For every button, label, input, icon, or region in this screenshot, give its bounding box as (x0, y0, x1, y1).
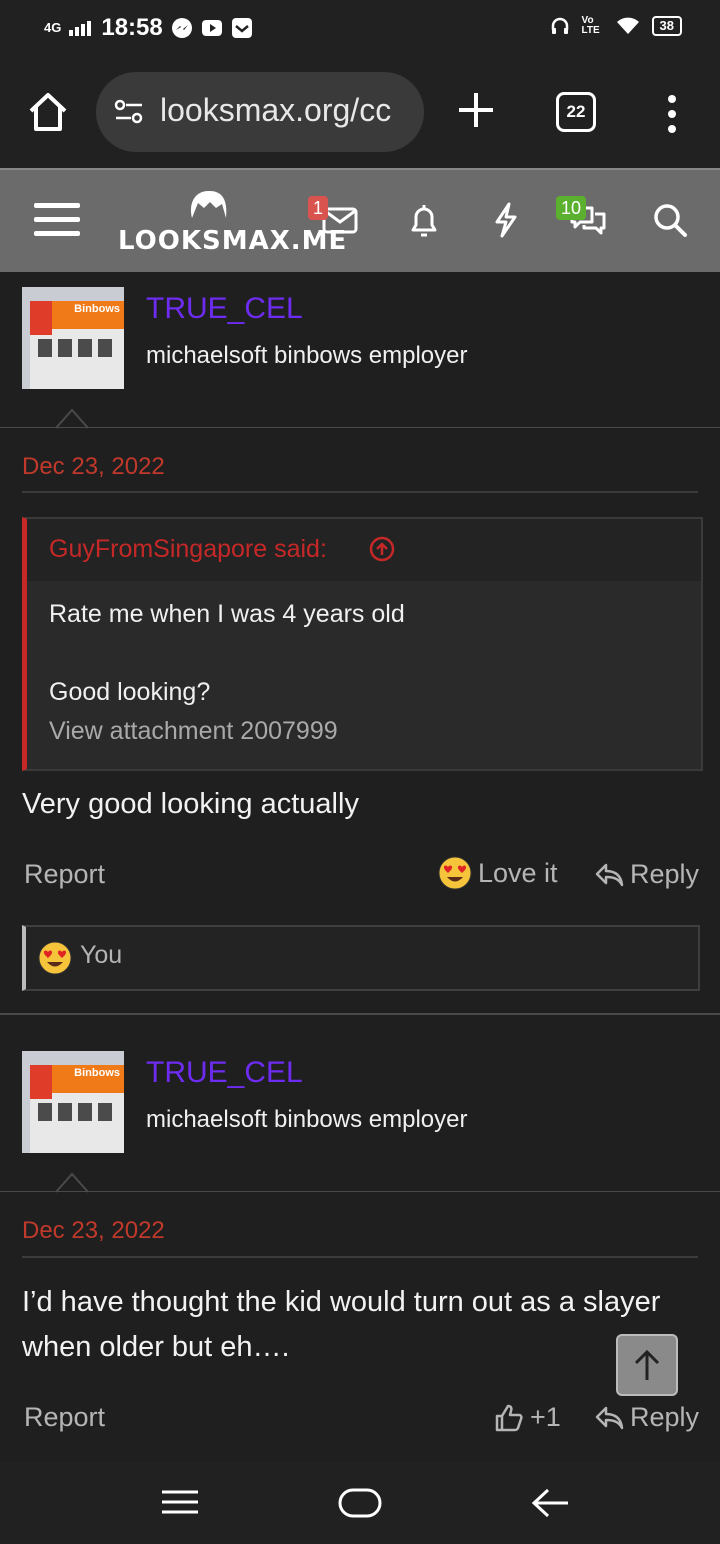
volte-indicator: Vo LTE (581, 15, 600, 36)
post-body: I’d have thought the kid would turn out … (22, 1286, 661, 1363)
address-bar[interactable]: looksmax.org/cc (96, 72, 424, 152)
site-header: LOOKSMAX.ME 1 10 (0, 168, 720, 272)
post-username[interactable]: TRUE_CEL (146, 1056, 303, 1090)
reply-icon (595, 1406, 624, 1429)
report-link[interactable]: Report (24, 1402, 105, 1433)
youtube-icon (201, 20, 222, 36)
overflow-menu-icon[interactable] (662, 94, 682, 134)
battery-indicator: 38 (651, 16, 682, 36)
thumbs-up-icon (495, 1404, 523, 1431)
avatar-sign: Binbows (52, 1065, 124, 1093)
heart-eyes-emoji-icon (38, 941, 72, 975)
avatar-sign: Binbows (52, 301, 124, 329)
logo-hair-icon (190, 190, 227, 218)
tab-switcher-button[interactable]: 22 (556, 92, 596, 132)
love-reaction-button[interactable]: Love it (438, 856, 558, 890)
post-body: Very good looking actually (22, 788, 359, 820)
reply-button[interactable]: Reply (594, 1402, 699, 1433)
browser-toolbar: looksmax.org/cc 22 (0, 58, 720, 168)
inbox-badge: 1 (308, 196, 329, 220)
post-divider (0, 427, 720, 428)
quote-line: Rate me when I was 4 years old (49, 600, 405, 628)
go-to-quote-icon[interactable] (369, 536, 395, 562)
post-divider-notch (56, 1172, 88, 1193)
clock: 18:58 (101, 14, 163, 41)
headphones-icon (551, 17, 568, 34)
reactions-list: You (80, 941, 123, 969)
reply-button[interactable]: Reply (594, 859, 699, 890)
post-date[interactable]: Dec 23, 2022 (22, 453, 165, 481)
messenger-icon (171, 18, 192, 38)
site-settings-icon[interactable] (114, 98, 144, 126)
recent-apps-icon[interactable] (160, 1488, 200, 1518)
site-logo[interactable]: LOOKSMAX.ME (118, 188, 346, 258)
signal-icon (69, 21, 92, 36)
reactions-bar[interactable]: You (22, 925, 700, 991)
home-icon[interactable] (26, 90, 70, 134)
like-button[interactable]: +1 (494, 1402, 561, 1433)
post-user-title: michaelsoft binbows employer (146, 1106, 468, 1133)
scroll-to-top-button[interactable] (616, 1334, 678, 1396)
system-navigation-bar (0, 1462, 720, 1544)
reply-icon (595, 863, 624, 886)
bell-icon[interactable] (404, 200, 444, 240)
post-separator (0, 1013, 720, 1015)
post-divider (0, 1191, 720, 1192)
post-username[interactable]: TRUE_CEL (146, 292, 303, 326)
quote-author[interactable]: GuyFromSingapore said: (49, 535, 327, 564)
search-icon[interactable] (650, 200, 690, 240)
new-tab-icon[interactable] (456, 90, 496, 130)
lightning-icon[interactable] (486, 200, 526, 240)
back-icon[interactable] (530, 1486, 570, 1520)
attachment-link[interactable]: View attachment 2007999 (49, 712, 679, 751)
quote-line: Good looking? (49, 678, 211, 706)
post-user-title: michaelsoft binbows employer (146, 342, 468, 369)
home-nav-icon[interactable] (338, 1486, 382, 1520)
heart-eyes-emoji-icon (438, 856, 472, 890)
user-avatar[interactable]: Binbows (22, 1051, 124, 1153)
inbox-app-icon (231, 18, 252, 38)
arrow-up-icon (634, 1349, 660, 1380)
post-date[interactable]: Dec 23, 2022 (22, 1217, 165, 1245)
logo-text: LOOKSMAX.ME (118, 226, 348, 256)
conversations-badge: 10 (556, 196, 587, 220)
network-indicator: 4G (44, 20, 62, 35)
post-divider-notch (56, 408, 88, 429)
report-link[interactable]: Report (24, 859, 105, 890)
status-bar: 4G 18:58 Vo LTE 38 (0, 0, 720, 58)
quote-block: GuyFromSingapore said: Rate me when I wa… (22, 517, 703, 771)
wifi-icon (616, 17, 639, 34)
hamburger-menu-icon[interactable] (34, 200, 80, 240)
url-text: looksmax.org/cc (160, 92, 392, 128)
user-avatar[interactable]: Binbows (22, 287, 124, 389)
